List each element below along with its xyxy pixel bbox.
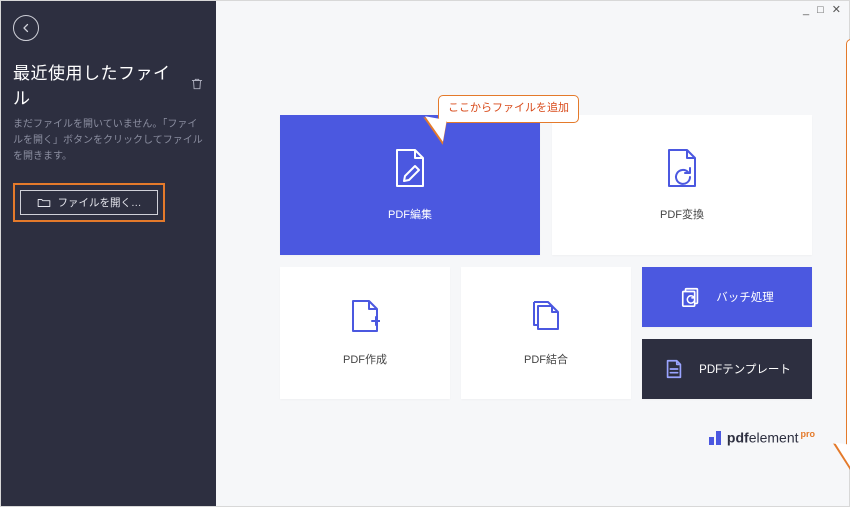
minimize-button[interactable]: _ xyxy=(801,5,811,16)
batch-icon xyxy=(680,286,702,308)
tile-pdf-template[interactable]: PDFテンプレート xyxy=(642,339,812,399)
tile-label: バッチ処理 xyxy=(716,289,774,305)
tile-pdf-convert[interactable]: PDF変換 xyxy=(552,115,812,255)
tile-batch-process[interactable]: バッチ処理 xyxy=(642,267,812,327)
brand-pro: pro xyxy=(801,429,816,439)
tile-pdf-edit[interactable]: PDF編集 xyxy=(280,115,540,255)
clear-recent-button[interactable] xyxy=(190,77,204,91)
callout-text: ここからファイルを追加 xyxy=(448,102,569,114)
folder-icon xyxy=(37,197,51,209)
tile-pdf-combine[interactable]: PDF結合 xyxy=(461,267,631,399)
page-convert-icon xyxy=(663,148,701,188)
brand-mark-icon xyxy=(709,431,721,445)
tile-pdf-create[interactable]: PDF作成 xyxy=(280,267,450,399)
sidebar: 最近使用したファイル まだファイルを開いていません。「ファイルを開く」ボタンをク… xyxy=(1,1,216,506)
open-file-label: ファイルを開く… xyxy=(58,195,142,210)
page-create-icon xyxy=(350,299,380,333)
callout-drag-drop: またはドラッグ＆ドロップ操作でファイルを直接に追加 xyxy=(846,39,850,449)
brand-text: pdfelementpro xyxy=(727,429,815,446)
tile-label: PDFテンプレート xyxy=(699,361,791,377)
main-area: _ □ ✕ ここからファイルを追加 またはドラッグ＆ドロップ操作でファイルを直接… xyxy=(216,1,849,506)
page-combine-icon xyxy=(529,299,563,333)
callout-add-from-here: ここからファイルを追加 xyxy=(438,95,579,123)
window-controls: _ □ ✕ xyxy=(801,5,843,16)
tile-grid: PDF編集 PDF変換 xyxy=(280,115,815,416)
recent-files-header: 最近使用したファイル xyxy=(13,59,204,109)
tile-label: PDF編集 xyxy=(388,206,432,222)
tile-label: PDF変換 xyxy=(660,206,704,222)
chevron-left-icon xyxy=(20,22,32,34)
brand-logo: pdfelementpro xyxy=(709,429,815,446)
brand-bold: pdf xyxy=(727,430,749,446)
template-icon xyxy=(663,358,685,380)
open-file-button[interactable]: ファイルを開く… xyxy=(20,190,158,215)
app-window: 最近使用したファイル まだファイルを開いていません。「ファイルを開く」ボタンをク… xyxy=(0,0,850,507)
page-edit-icon xyxy=(391,148,429,188)
brand-rest: element xyxy=(749,430,799,446)
trash-icon xyxy=(190,77,204,91)
back-button[interactable] xyxy=(13,15,39,41)
tile-label: PDF作成 xyxy=(343,351,387,367)
recent-files-title: 最近使用したファイル xyxy=(13,59,180,109)
recent-files-description: まだファイルを開いていません。「ファイルを開く」ボタンをクリックしてファイルを開… xyxy=(13,117,203,165)
open-file-highlight: ファイルを開く… xyxy=(13,183,165,222)
tile-label: PDF結合 xyxy=(524,351,568,367)
maximize-button[interactable]: □ xyxy=(815,5,826,16)
close-button[interactable]: ✕ xyxy=(830,5,843,16)
